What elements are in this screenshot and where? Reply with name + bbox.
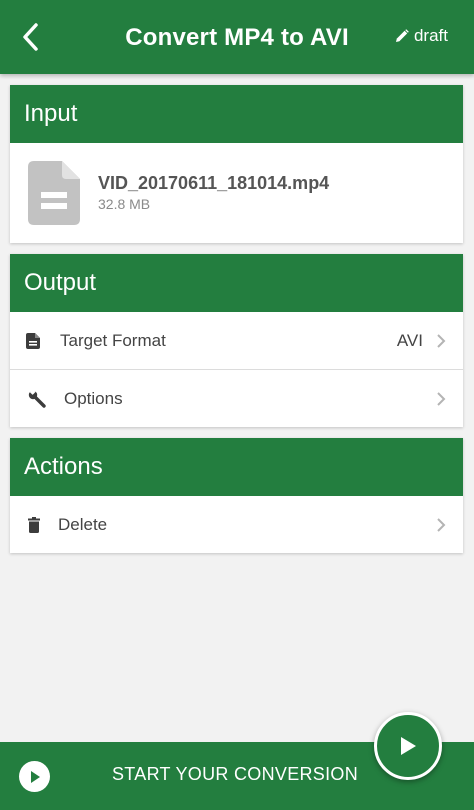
target-format-value: AVI bbox=[396, 330, 423, 350]
actions-card: Actions Delete bbox=[10, 438, 463, 553]
output-card: Output Target Format AVI Options bbox=[10, 254, 463, 427]
play-circle-icon[interactable] bbox=[19, 761, 50, 792]
file-icon bbox=[26, 332, 40, 349]
options-label: Options bbox=[64, 388, 123, 408]
target-format-row[interactable]: Target Format AVI bbox=[10, 312, 463, 369]
document-icon bbox=[28, 161, 80, 225]
output-card-header: Output bbox=[10, 254, 463, 312]
start-conversion-fab[interactable] bbox=[374, 712, 442, 780]
play-icon bbox=[401, 737, 416, 755]
pencil-icon bbox=[395, 29, 409, 42]
app-bar: Convert MP4 to AVI draft bbox=[0, 0, 474, 74]
start-conversion-label[interactable]: START YOUR CONVERSION bbox=[112, 764, 358, 785]
file-size: 32.8 MB bbox=[98, 196, 151, 212]
trash-icon bbox=[28, 516, 40, 533]
draft-label: draft bbox=[413, 26, 448, 45]
options-row[interactable]: Options bbox=[10, 369, 463, 427]
delete-label: Delete bbox=[58, 514, 108, 534]
input-card-header: Input bbox=[10, 85, 463, 143]
input-file-row[interactable]: VID_20170611_181014.mp4 32.8 MB bbox=[10, 143, 463, 243]
delete-row[interactable]: Delete bbox=[10, 496, 463, 553]
actions-card-header: Actions bbox=[10, 438, 463, 496]
target-format-label: Target Format bbox=[60, 330, 166, 350]
draft-button[interactable]: draft bbox=[395, 26, 448, 46]
input-card: Input VID_20170611_181014.mp4 32.8 MB bbox=[10, 85, 463, 243]
chevron-right-icon bbox=[436, 391, 446, 407]
chevron-right-icon bbox=[436, 517, 446, 533]
chevron-right-icon bbox=[436, 333, 446, 349]
wrench-icon bbox=[28, 389, 46, 408]
file-name: VID_20170611_181014.mp4 bbox=[98, 173, 330, 193]
